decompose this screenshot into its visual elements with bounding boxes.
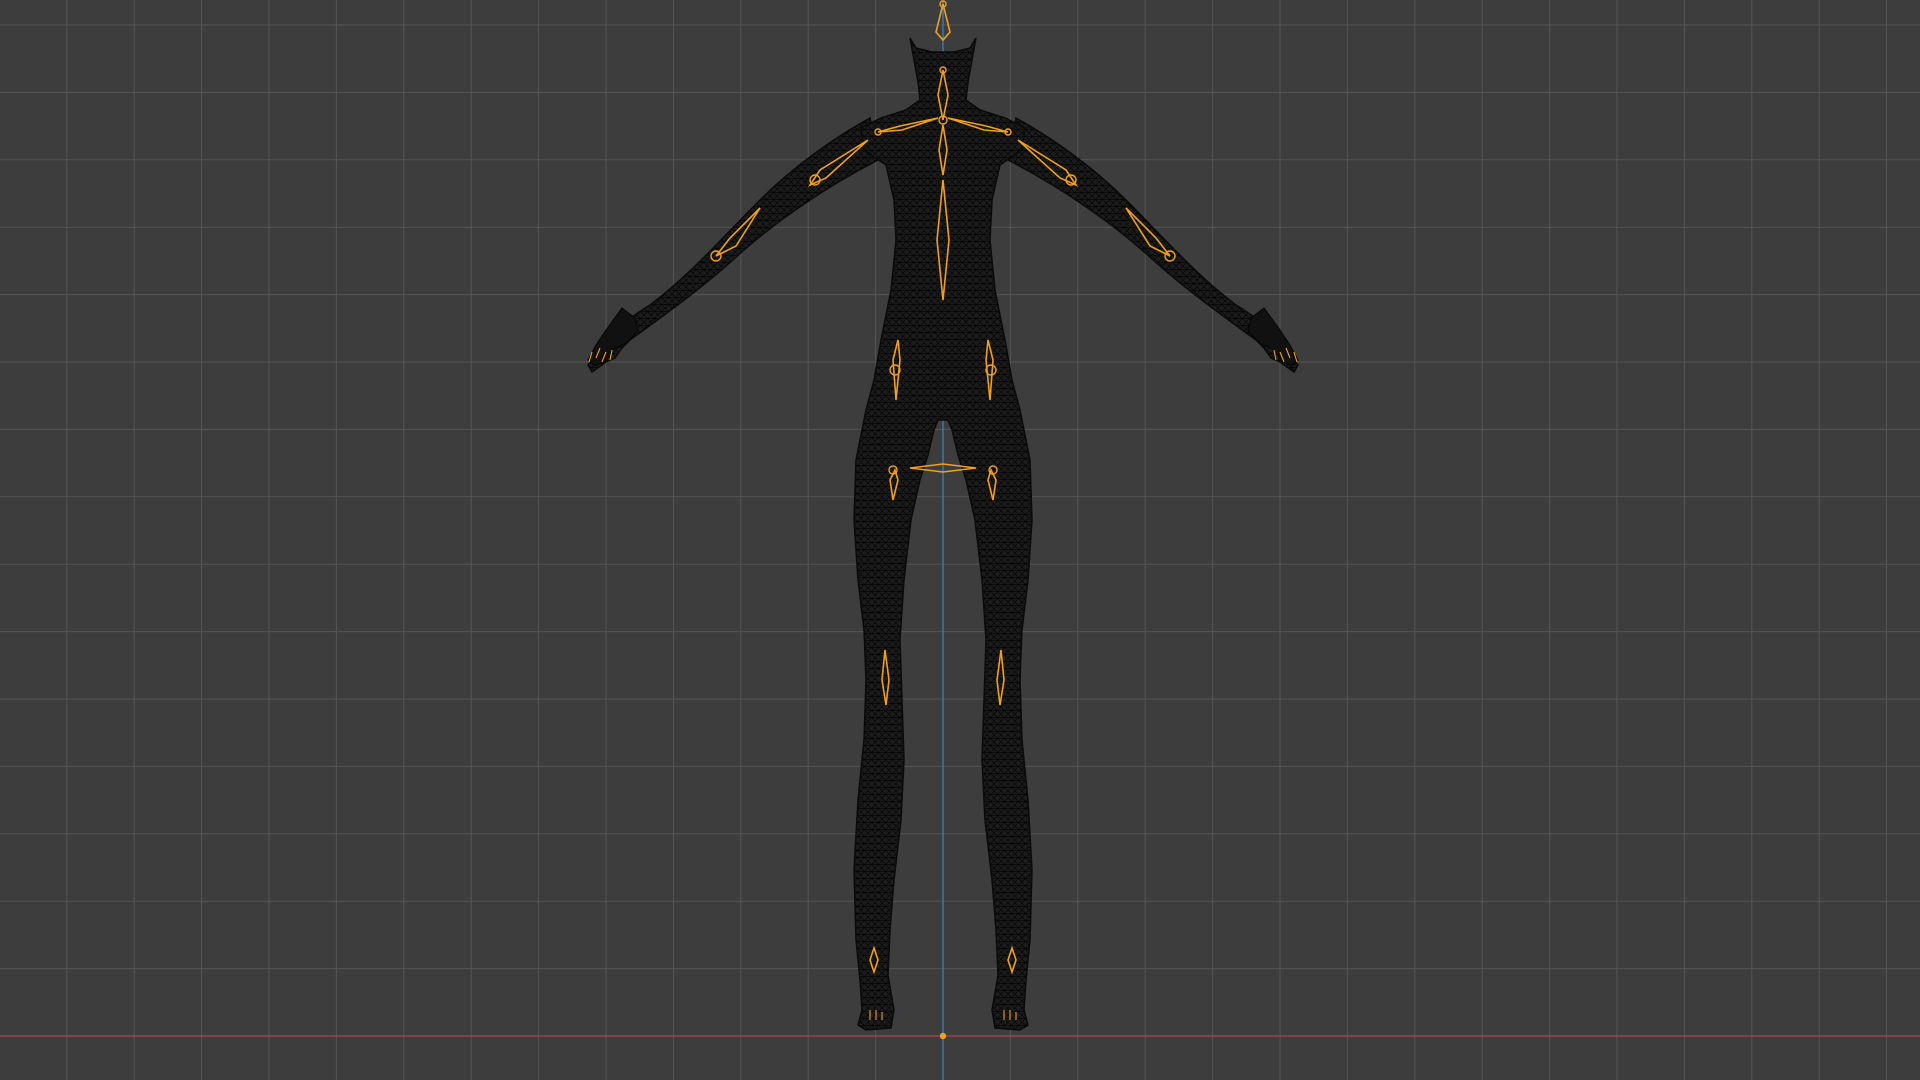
viewport-canvas[interactable]	[0, 0, 1920, 1080]
3d-viewport[interactable]	[0, 0, 1920, 1080]
